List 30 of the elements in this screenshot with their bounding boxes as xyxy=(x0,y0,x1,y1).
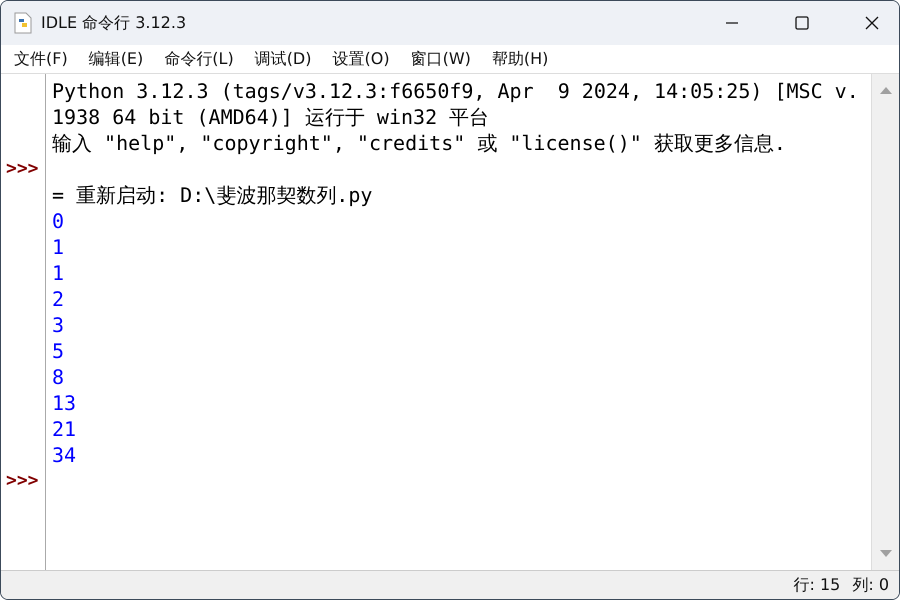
program-output: 5 xyxy=(52,339,64,363)
menu-item[interactable]: 窗口(W) xyxy=(404,48,479,70)
column-number: 列: 0 xyxy=(852,574,889,596)
shell-text: Python 3.12.3 (tags/v3.12.3:f6650f9, Apr 9 2024, 14:05:25) [MSC v. xyxy=(52,79,859,103)
program-output: 1 xyxy=(52,261,64,285)
python-file-icon xyxy=(13,12,33,34)
menu-item[interactable]: 命令行(L) xyxy=(157,48,242,70)
scroll-up-icon[interactable] xyxy=(880,86,892,94)
prompt-marker: >>> xyxy=(5,158,39,179)
menu-item[interactable]: 设置(O) xyxy=(326,48,398,70)
program-output: 3 xyxy=(52,313,64,337)
menu-item[interactable]: 帮助(H) xyxy=(484,48,556,70)
scrollbar[interactable] xyxy=(872,74,899,570)
program-output: 21 xyxy=(52,417,76,441)
scroll-down-icon[interactable] xyxy=(880,550,892,558)
menu-item[interactable]: 调试(D) xyxy=(248,48,320,70)
shell-text: 1938 64 bit (AMD64)] 运行于 win32 平台 xyxy=(52,105,490,129)
line-number: 行: 15 xyxy=(794,574,840,596)
program-output: 2 xyxy=(52,287,64,311)
program-output: 8 xyxy=(52,365,64,389)
program-output: 34 xyxy=(52,443,76,467)
shell-text: = 重新启动: D:\斐波那契数列.py xyxy=(52,183,372,207)
program-output: 0 xyxy=(52,209,64,233)
program-output: 13 xyxy=(52,391,76,415)
prompt-marker: >>> xyxy=(5,470,39,491)
menu-item[interactable]: 文件(F) xyxy=(7,48,76,70)
menu-item[interactable]: 编辑(E) xyxy=(82,48,152,70)
window-title: IDLE 命令行 3.12.3 xyxy=(41,12,186,34)
program-output: 1 xyxy=(52,235,64,259)
shell-text: 输入 "help", "copyright", "credits" 或 "license()" 获取更多信息. xyxy=(52,131,786,155)
